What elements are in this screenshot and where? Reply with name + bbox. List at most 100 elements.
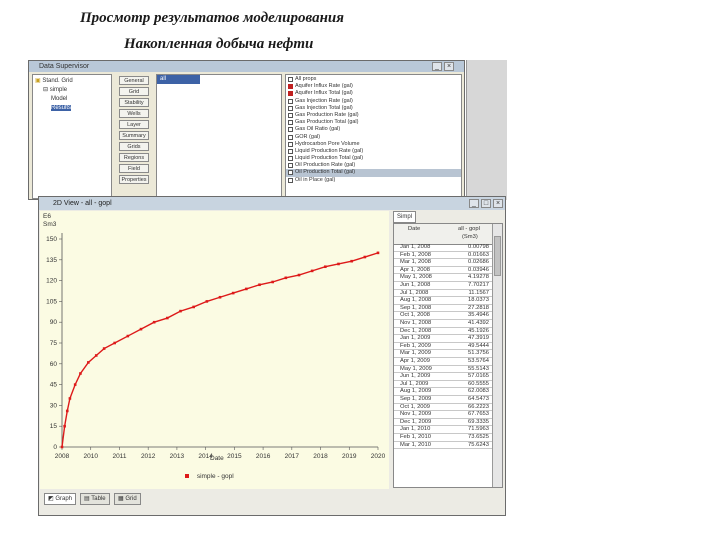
table-row[interactable]: May 1, 2009 55.5143: [394, 366, 492, 374]
tab-grid[interactable]: ▦ Grid: [114, 493, 141, 505]
tab-table[interactable]: ▤ Table: [80, 493, 110, 505]
nav-button-wells[interactable]: Wells: [119, 109, 149, 118]
table-row[interactable]: Jan 1, 2008 0.00798: [394, 244, 492, 252]
property-item[interactable]: Oil Production Rate (gal): [286, 162, 461, 169]
tab-graph[interactable]: ◩ Graph: [44, 493, 77, 505]
checkbox[interactable]: [288, 141, 293, 147]
table-row[interactable]: Sep 1, 2009 64.5473: [394, 396, 492, 404]
table-row[interactable]: Apr 1, 2008 0.03946: [394, 267, 492, 275]
minimize-button[interactable]: _: [469, 199, 479, 208]
table-cell-value: 62.0083: [468, 388, 489, 395]
checkbox[interactable]: [288, 127, 293, 133]
data-point: [310, 269, 314, 273]
checkbox[interactable]: [288, 120, 293, 126]
table-row[interactable]: Apr 1, 2009 53.5764: [394, 358, 492, 366]
property-item[interactable]: Gas Production Rate (gal): [286, 112, 461, 119]
table-cell-value: 57.0165: [468, 373, 489, 380]
checkbox[interactable]: [288, 105, 293, 111]
checkbox[interactable]: [288, 112, 293, 118]
table-cell-value: 67.7653: [468, 411, 489, 418]
table-row[interactable]: Aug 1, 2009 62.0083: [394, 388, 492, 396]
table-cell-date: May 1, 2009: [400, 365, 432, 372]
checkbox[interactable]: [288, 156, 293, 162]
view-2d-titlebar[interactable]: 2D View - all - gopl: [39, 197, 505, 210]
close-button[interactable]: ×: [444, 62, 454, 71]
property-item[interactable]: Gas Injection Total (gal): [286, 105, 461, 112]
column-header-date[interactable]: Date: [408, 226, 420, 232]
view-2d-title: 2D View - all - gopl: [53, 200, 112, 207]
checkbox[interactable]: [288, 77, 293, 82]
table-row[interactable]: Dec 1, 2008 45.1926: [394, 328, 492, 336]
table-row[interactable]: Mar 1, 2009 51.3756: [394, 350, 492, 358]
table-row[interactable]: Jun 1, 2009 57.0165: [394, 373, 492, 381]
tree-item-results[interactable]: Results: [35, 104, 111, 113]
table-row[interactable]: Jul 1, 2009 60.5555: [394, 381, 492, 389]
nav-button-regions[interactable]: Regions: [119, 153, 149, 162]
scrollbar-thumb[interactable]: [494, 236, 501, 276]
table-row[interactable]: Aug 1, 2008 18.0373: [394, 297, 492, 305]
table-row[interactable]: Feb 1, 2009 49.5444: [394, 343, 492, 351]
property-item[interactable]: Gas Oil Ratio (gal): [286, 126, 461, 133]
property-item[interactable]: Aquifer Influx Total (gal): [286, 90, 461, 97]
property-item-selected[interactable]: Oil Production Total (gal): [286, 169, 461, 177]
nav-button-properties[interactable]: Properties: [119, 175, 149, 184]
nav-button-field[interactable]: Field: [119, 164, 149, 173]
table-row[interactable]: Jul 1, 2008 11.1567: [394, 290, 492, 298]
checkbox[interactable]: [288, 84, 293, 90]
property-item[interactable]: Liquid Production Total (gal): [286, 155, 461, 162]
property-item[interactable]: Gas Production Total (gal): [286, 119, 461, 126]
checkbox[interactable]: [288, 170, 293, 176]
table-cell-date: Jan 1, 2010: [400, 426, 431, 433]
table-row[interactable]: Jan 1, 2010 71.5963: [394, 426, 492, 434]
checkbox[interactable]: [288, 163, 293, 169]
table-row[interactable]: Jan 1, 2009 47.3919: [394, 335, 492, 343]
table-row[interactable]: Oct 1, 2008 35.4946: [394, 312, 492, 320]
y-tick-label: 60: [50, 361, 58, 368]
nav-button-grid[interactable]: Grid: [119, 87, 149, 96]
property-item[interactable]: All props: [286, 76, 461, 83]
table-cell-value: 35.4946: [468, 312, 489, 319]
object-list-item-all[interactable]: all: [157, 75, 200, 84]
property-item[interactable]: GOR (gal): [286, 134, 461, 141]
table-row[interactable]: Mar 1, 2010 75.6243: [394, 442, 492, 450]
supervisor-titlebar[interactable]: Data Supervisor: [29, 61, 464, 72]
table-cell-value: 49.5444: [468, 342, 489, 349]
table-row[interactable]: Mar 1, 2008 0.02686: [394, 259, 492, 267]
column-header-value[interactable]: all - gopl: [458, 226, 480, 232]
checkbox[interactable]: [288, 98, 293, 104]
table-row[interactable]: Feb 1, 2008 0.01663: [394, 252, 492, 260]
property-item[interactable]: Gas Injection Rate (gal): [286, 98, 461, 105]
data-point: [65, 409, 69, 413]
property-item[interactable]: Hydrocarbon Pore Volume: [286, 141, 461, 148]
close-button[interactable]: ×: [493, 199, 503, 208]
table-row[interactable]: Feb 1, 2010 73.6525: [394, 434, 492, 442]
nav-button-general[interactable]: General: [119, 76, 149, 85]
checkbox[interactable]: [288, 177, 293, 183]
maximize-button[interactable]: □: [481, 199, 491, 208]
property-item[interactable]: Aquifer Influx Rate (gal): [286, 83, 461, 90]
tree-item-model[interactable]: Model: [35, 95, 111, 104]
property-item[interactable]: Liquid Production Rate (gal): [286, 148, 461, 155]
property-item[interactable]: Oil in Place (gal): [286, 177, 461, 184]
x-axis-label: Date: [210, 455, 224, 462]
nav-button-stability[interactable]: Stability: [119, 98, 149, 107]
table-row[interactable]: May 1, 2008 4.19278: [394, 274, 492, 282]
tree-item-simple[interactable]: ⊟ simple: [35, 86, 111, 95]
table-row[interactable]: Sep 1, 2008 27.2818: [394, 305, 492, 313]
table-row[interactable]: Nov 1, 2009 67.7653: [394, 411, 492, 419]
table-cell-value: 51.3756: [468, 350, 489, 357]
checkbox[interactable]: [288, 134, 293, 140]
checkbox[interactable]: [288, 148, 293, 154]
tab-simpl[interactable]: Simpl: [393, 211, 417, 223]
minimize-button[interactable]: _: [432, 62, 442, 71]
table-row[interactable]: Jun 1, 2008 7.70217: [394, 282, 492, 290]
nav-button-summary[interactable]: Summary: [119, 131, 149, 140]
table-row[interactable]: Nov 1, 2008 41.4392: [394, 320, 492, 328]
nav-button-grids[interactable]: Grids: [119, 142, 149, 151]
checkbox[interactable]: [288, 91, 293, 97]
tree-item-root[interactable]: ▣ Stand. Grid: [35, 77, 111, 86]
nav-button-layer[interactable]: Layer: [119, 120, 149, 129]
table-scrollbar[interactable]: [492, 224, 502, 487]
table-row[interactable]: Dec 1, 2009 69.3335: [394, 419, 492, 427]
table-row[interactable]: Oct 1, 2009 66.2223: [394, 404, 492, 412]
